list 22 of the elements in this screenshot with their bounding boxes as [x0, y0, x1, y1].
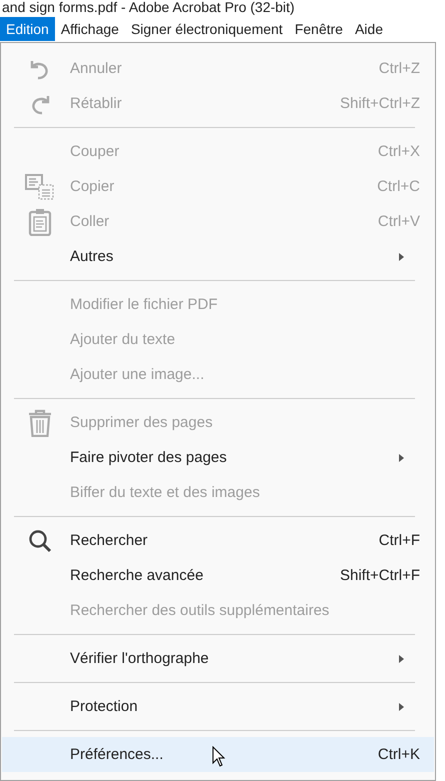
menu-bar-item[interactable]: Edition: [0, 17, 55, 41]
window-title: and sign forms.pdf - Adobe Acrobat Pro (32-bit): [1, 0, 296, 17]
trash-icon: [28, 408, 52, 436]
search-icon: [28, 528, 52, 552]
menu-item[interactable]: Vérifier l'orthographe: [2, 641, 434, 676]
menu-item[interactable]: Autres: [2, 239, 434, 274]
menu-item[interactable]: Recherche avancée Shift+Ctrl+F: [2, 558, 434, 593]
menu-bar-item[interactable]: Affichage: [54, 17, 125, 41]
copy-icon: [25, 174, 55, 200]
menu-item[interactable]: Faire pivoter des pages: [2, 440, 434, 475]
submenu-arrow-icon: [399, 654, 404, 662]
submenu-arrow-icon: [399, 702, 404, 710]
menu-bar-item[interactable]: Fenêtre: [288, 17, 349, 41]
menu-item[interactable]: Rechercher Ctrl+F: [2, 523, 434, 558]
menu-bar-item[interactable]: Signer électroniquement: [124, 17, 289, 41]
submenu-arrow-icon: [399, 252, 404, 260]
clipboard-icon: [28, 208, 52, 236]
menu-item[interactable]: Préférences... Ctrl+K: [2, 737, 434, 772]
mouse-cursor-icon: [212, 746, 226, 768]
menu-bar-item[interactable]: Aide: [348, 17, 389, 41]
menu-item[interactable]: Protection: [2, 689, 434, 724]
submenu-arrow-icon: [399, 454, 404, 462]
